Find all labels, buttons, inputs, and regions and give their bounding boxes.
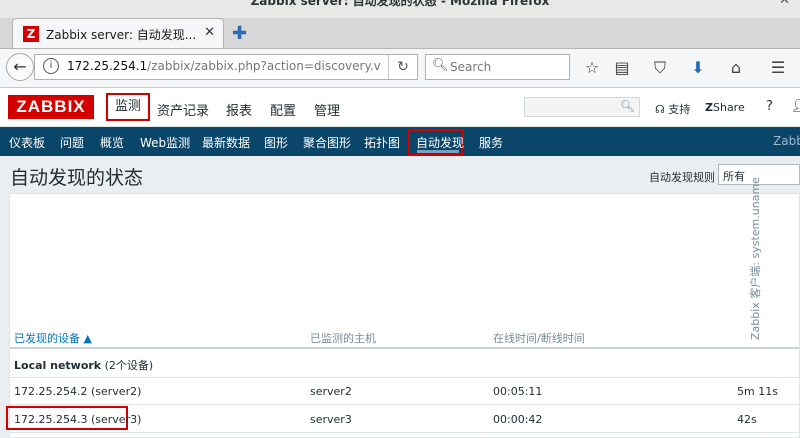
reading-list-icon[interactable]: ▤ (612, 58, 632, 77)
help-link[interactable]: ? (766, 99, 773, 114)
tab-web[interactable]: Web监测 (140, 134, 190, 151)
info-icon[interactable]: i (43, 58, 59, 74)
reload-icon[interactable]: ↻ (388, 55, 417, 79)
bookmark-star-icon[interactable]: ☆ (582, 58, 602, 77)
search-icon: 🔍︎ (432, 58, 449, 73)
page-title: 自动发现的状态 (10, 167, 144, 189)
host-cell[interactable]: server3 (310, 413, 352, 426)
home-icon[interactable]: ⌂ (726, 58, 746, 77)
search-placeholder: Search (450, 60, 492, 74)
header-divider (10, 347, 799, 349)
uname-cell: 5m 11s (737, 385, 778, 398)
column-discovered-device[interactable]: 已发现的设备 ▲ (14, 330, 92, 346)
main-menu-inventory[interactable]: 资产记录 (157, 100, 209, 119)
headset-icon: ☊ (655, 103, 669, 116)
zabbix-favicon-icon: Z (23, 26, 39, 42)
menu-hamburger-icon[interactable]: ☰ (768, 58, 788, 77)
discovery-table-panel (9, 193, 800, 438)
download-icon[interactable]: ⬇ (688, 58, 708, 77)
support-link[interactable]: ☊ 支持 (655, 101, 690, 117)
new-tab-icon[interactable]: ✚ (232, 23, 247, 44)
main-menu-configuration[interactable]: 配置 (270, 100, 296, 119)
device-cell: 172.25.254.2 (server2) (14, 385, 142, 398)
url-text: 172.25.254.1/zabbix/zabbix.php?action=di… (67, 59, 381, 73)
vertical-column-header: Zabbix 客户端: system.uname (749, 177, 762, 340)
tab-graphs[interactable]: 图形 (264, 134, 288, 151)
group-row: Local network (2个设备) (14, 359, 154, 372)
tab-services[interactable]: 服务 (479, 134, 503, 151)
browser-tab[interactable]: Z Zabbix server: 自动发现... ✕ (12, 18, 224, 48)
zabbix-search-input[interactable]: 🔍︎ (524, 97, 640, 117)
share-icon: Z (705, 101, 713, 114)
pocket-icon[interactable]: ⛉ (650, 58, 670, 78)
active-tab-underline (417, 150, 459, 153)
uptime-cell: 00:05:11 (493, 385, 543, 398)
host-cell[interactable]: server2 (310, 385, 352, 398)
tab-dashboard[interactable]: 仪表板 (9, 134, 45, 151)
back-arrow-icon[interactable]: ← (6, 53, 34, 81)
tab-overview[interactable]: 概览 (100, 134, 124, 151)
uptime-cell: 00:00:42 (493, 413, 543, 426)
main-menu-monitoring[interactable]: 监测 (106, 93, 150, 121)
share-link[interactable]: ZShare (705, 101, 745, 114)
tab-discovery[interactable]: 自动发现 (416, 134, 464, 151)
row-divider (10, 432, 799, 433)
close-tab-icon[interactable]: ✕ (204, 25, 215, 40)
uname-cell: 42s (737, 413, 757, 426)
user-profile-icon[interactable]: 👤︎ (791, 99, 800, 114)
row-divider (10, 404, 799, 405)
search-icon[interactable]: 🔍︎ (620, 99, 635, 113)
window-title: Zabbix server: 自动发现的状态 - Mozilla Firefox (250, 0, 550, 8)
tab-latest-data[interactable]: 最新数据 (202, 134, 250, 151)
close-window-icon[interactable]: ✕ (779, 0, 790, 8)
browser-search-input[interactable]: 🔍︎ Search (425, 54, 570, 80)
tab-problems[interactable]: 问题 (60, 134, 84, 151)
url-bar[interactable]: i 172.25.254.1/zabbix/zabbix.php?action=… (34, 54, 418, 80)
window-titlebar: Zabbix server: 自动发现的状态 - Mozilla Firefox… (0, 0, 800, 18)
column-monitored-host: 已监测的主机 (310, 332, 376, 345)
main-menu-administration[interactable]: 管理 (314, 100, 340, 119)
zabbix-logo[interactable]: ZABBIX (8, 95, 94, 119)
device-cell: 172.25.254.3 (server3) (14, 413, 142, 426)
column-uptime-downtime: 在线时间/断线时间 (493, 332, 585, 345)
tab-truncated: Zabb (773, 134, 800, 148)
row-divider (10, 377, 799, 378)
tab-maps[interactable]: 拓扑图 (364, 134, 400, 151)
filter-label: 自动发现规则 (649, 171, 715, 184)
tab-screens[interactable]: 聚合图形 (303, 134, 351, 151)
tab-title: Zabbix server: 自动发现... (46, 28, 197, 42)
main-menu-reports[interactable]: 报表 (226, 100, 252, 119)
